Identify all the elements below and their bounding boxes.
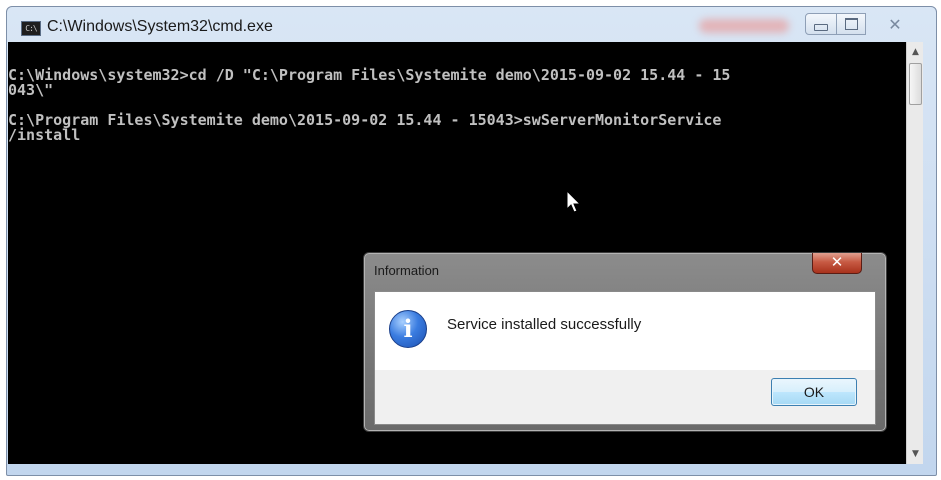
dialog-message: Service installed successfully <box>447 316 642 333</box>
info-icon: i <box>389 310 427 348</box>
titlebar-highlight <box>699 19 789 33</box>
mouse-pointer-icon <box>566 190 582 213</box>
minimize-button[interactable] <box>805 13 837 35</box>
minimize-icon <box>814 23 828 31</box>
console-text: C:\Windows\system32>cd /D "C:\Program Fi… <box>8 66 731 144</box>
close-button[interactable]: ✕ <box>865 13 925 35</box>
title-bar[interactable]: C:\ C:\Windows\System32\cmd.exe ✕ <box>7 7 936 47</box>
dialog-close-button[interactable]: ✕ <box>812 253 862 274</box>
dialog-title: Information <box>374 263 440 278</box>
close-icon: ✕ <box>888 14 902 34</box>
scroll-up-arrow-icon[interactable]: ▲ <box>907 44 924 60</box>
dialog-body: i Service installed successfully OK <box>374 291 876 425</box>
maximize-button[interactable] <box>836 13 866 35</box>
vertical-scrollbar[interactable]: ▲ ▼ <box>906 42 923 464</box>
information-dialog: Information ✕ i Service installed succes… <box>363 252 887 432</box>
close-icon: ✕ <box>830 253 844 271</box>
maximize-icon <box>844 18 858 30</box>
scroll-thumb[interactable] <box>909 63 922 105</box>
window-title: C:\Windows\System32\cmd.exe <box>47 18 273 35</box>
dialog-content: i Service installed successfully <box>375 292 875 370</box>
scroll-down-arrow-icon[interactable]: ▼ <box>907 446 924 462</box>
cmd-icon: C:\ <box>21 21 41 36</box>
ok-button[interactable]: OK <box>771 378 857 406</box>
